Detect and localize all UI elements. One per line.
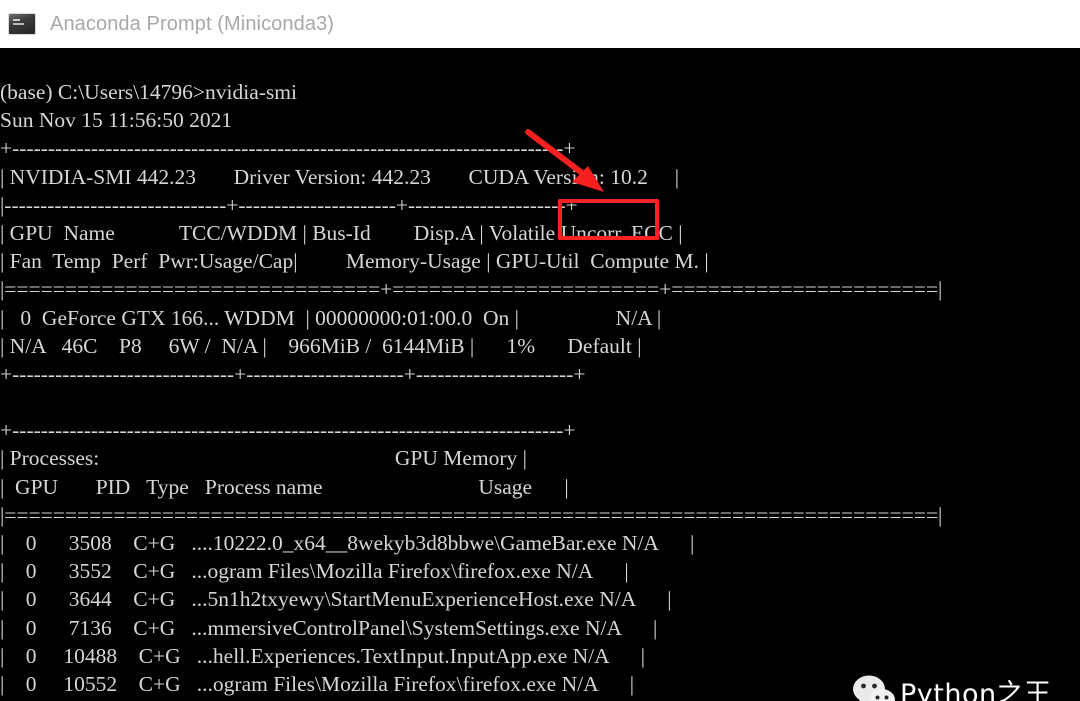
terminal-output: (base) C:\Users\14796>nvidia-smi Sun Nov … [0,78,1080,701]
terminal-line: |===============================+=======… [0,277,943,302]
terminal-line: +---------------------------------------… [0,418,576,443]
console-window-icon [8,13,36,35]
terminal-line: | 0 10552 C+G ...ogram Files\Mozilla Fir… [0,671,634,696]
terminal-line: | N/A 46C P8 6W / N/A | 966MiB / 6144MiB… [0,333,642,358]
terminal-line: | GPU Name TCC/WDDM | Bus-Id Disp.A | Vo… [0,220,683,245]
terminal-line: | 0 10488 C+G ...hell.Experiences.TextIn… [0,643,646,668]
terminal-line: | GPU PID Type Process name Usage | [0,474,569,499]
terminal-line: | 0 7136 C+G ...mmersiveControlPanel\Sys… [0,615,658,640]
terminal-line: | 0 GeForce GTX 166... WDDM | 00000000:0… [0,305,662,330]
terminal-line: | 0 3552 C+G ...ogram Files\Mozilla Fire… [0,559,629,584]
terminal-line: | NVIDIA-SMI 442.23 Driver Version: 442.… [0,164,680,189]
terminal-line: |-------------------------------+-------… [0,192,578,217]
terminal-line: |=======================================… [0,502,943,527]
terminal-line: (base) C:\Users\14796>nvidia-smi [0,80,297,104]
window-titlebar: Anaconda Prompt (Miniconda3) [0,0,1080,48]
window-title: Anaconda Prompt (Miniconda3) [50,12,335,35]
screenshot-root: Anaconda Prompt (Miniconda3) (base) C:\U… [0,0,1080,701]
terminal-line: | Fan Temp Perf Pwr:Usage/Cap| Memory-Us… [0,249,709,274]
terminal-line: | 0 3508 C+G ....10222.0_x64__8wekyb3d8b… [0,531,695,555]
terminal-console[interactable]: (base) C:\Users\14796>nvidia-smi Sun Nov … [0,48,1080,701]
terminal-line: +---------------------------------------… [0,136,576,161]
terminal-line: Sun Nov 15 11:56:50 2021 [0,108,233,133]
terminal-line: +-------------------------------+-------… [0,361,586,386]
terminal-line: | 0 3644 C+G ...5n1h2txyewy\StartMenuExp… [0,587,672,612]
terminal-line: | Processes: GPU Memory | [0,446,527,471]
